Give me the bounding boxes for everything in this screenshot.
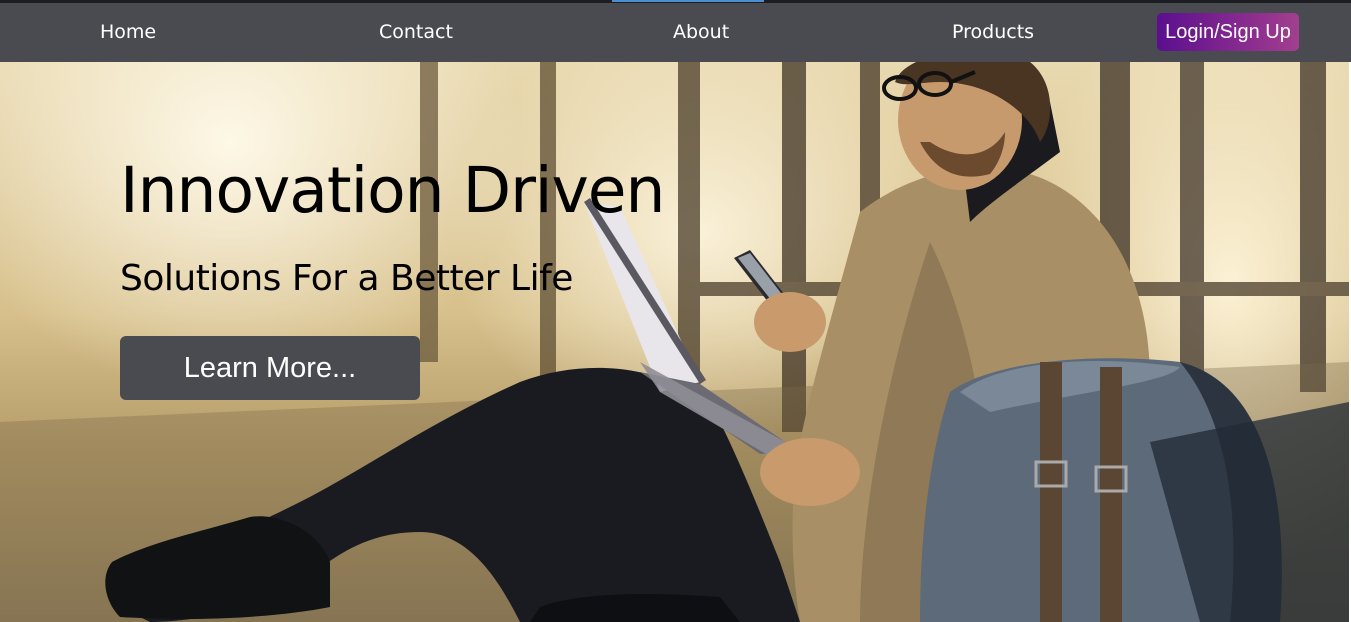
hero-title: Innovation Driven xyxy=(120,154,665,227)
nav-products-link[interactable]: Products xyxy=(952,3,1034,62)
person-hand-laptop xyxy=(760,438,860,506)
nav-about-link[interactable]: About xyxy=(673,3,729,62)
navbar: Home Contact About Products Login/Sign U… xyxy=(0,3,1351,62)
nav-contact-link[interactable]: Contact xyxy=(379,3,453,62)
hero-subtitle: Solutions For a Better Life xyxy=(120,258,573,299)
login-signup-button[interactable]: Login/Sign Up xyxy=(1157,13,1299,51)
hero-section: Innovation Driven Solutions For a Better… xyxy=(0,62,1349,622)
top-accent-line xyxy=(612,0,764,2)
nav-home-link[interactable]: Home xyxy=(100,3,156,62)
person-hand-phone xyxy=(754,292,826,352)
learn-more-button[interactable]: Learn More... xyxy=(120,336,420,400)
